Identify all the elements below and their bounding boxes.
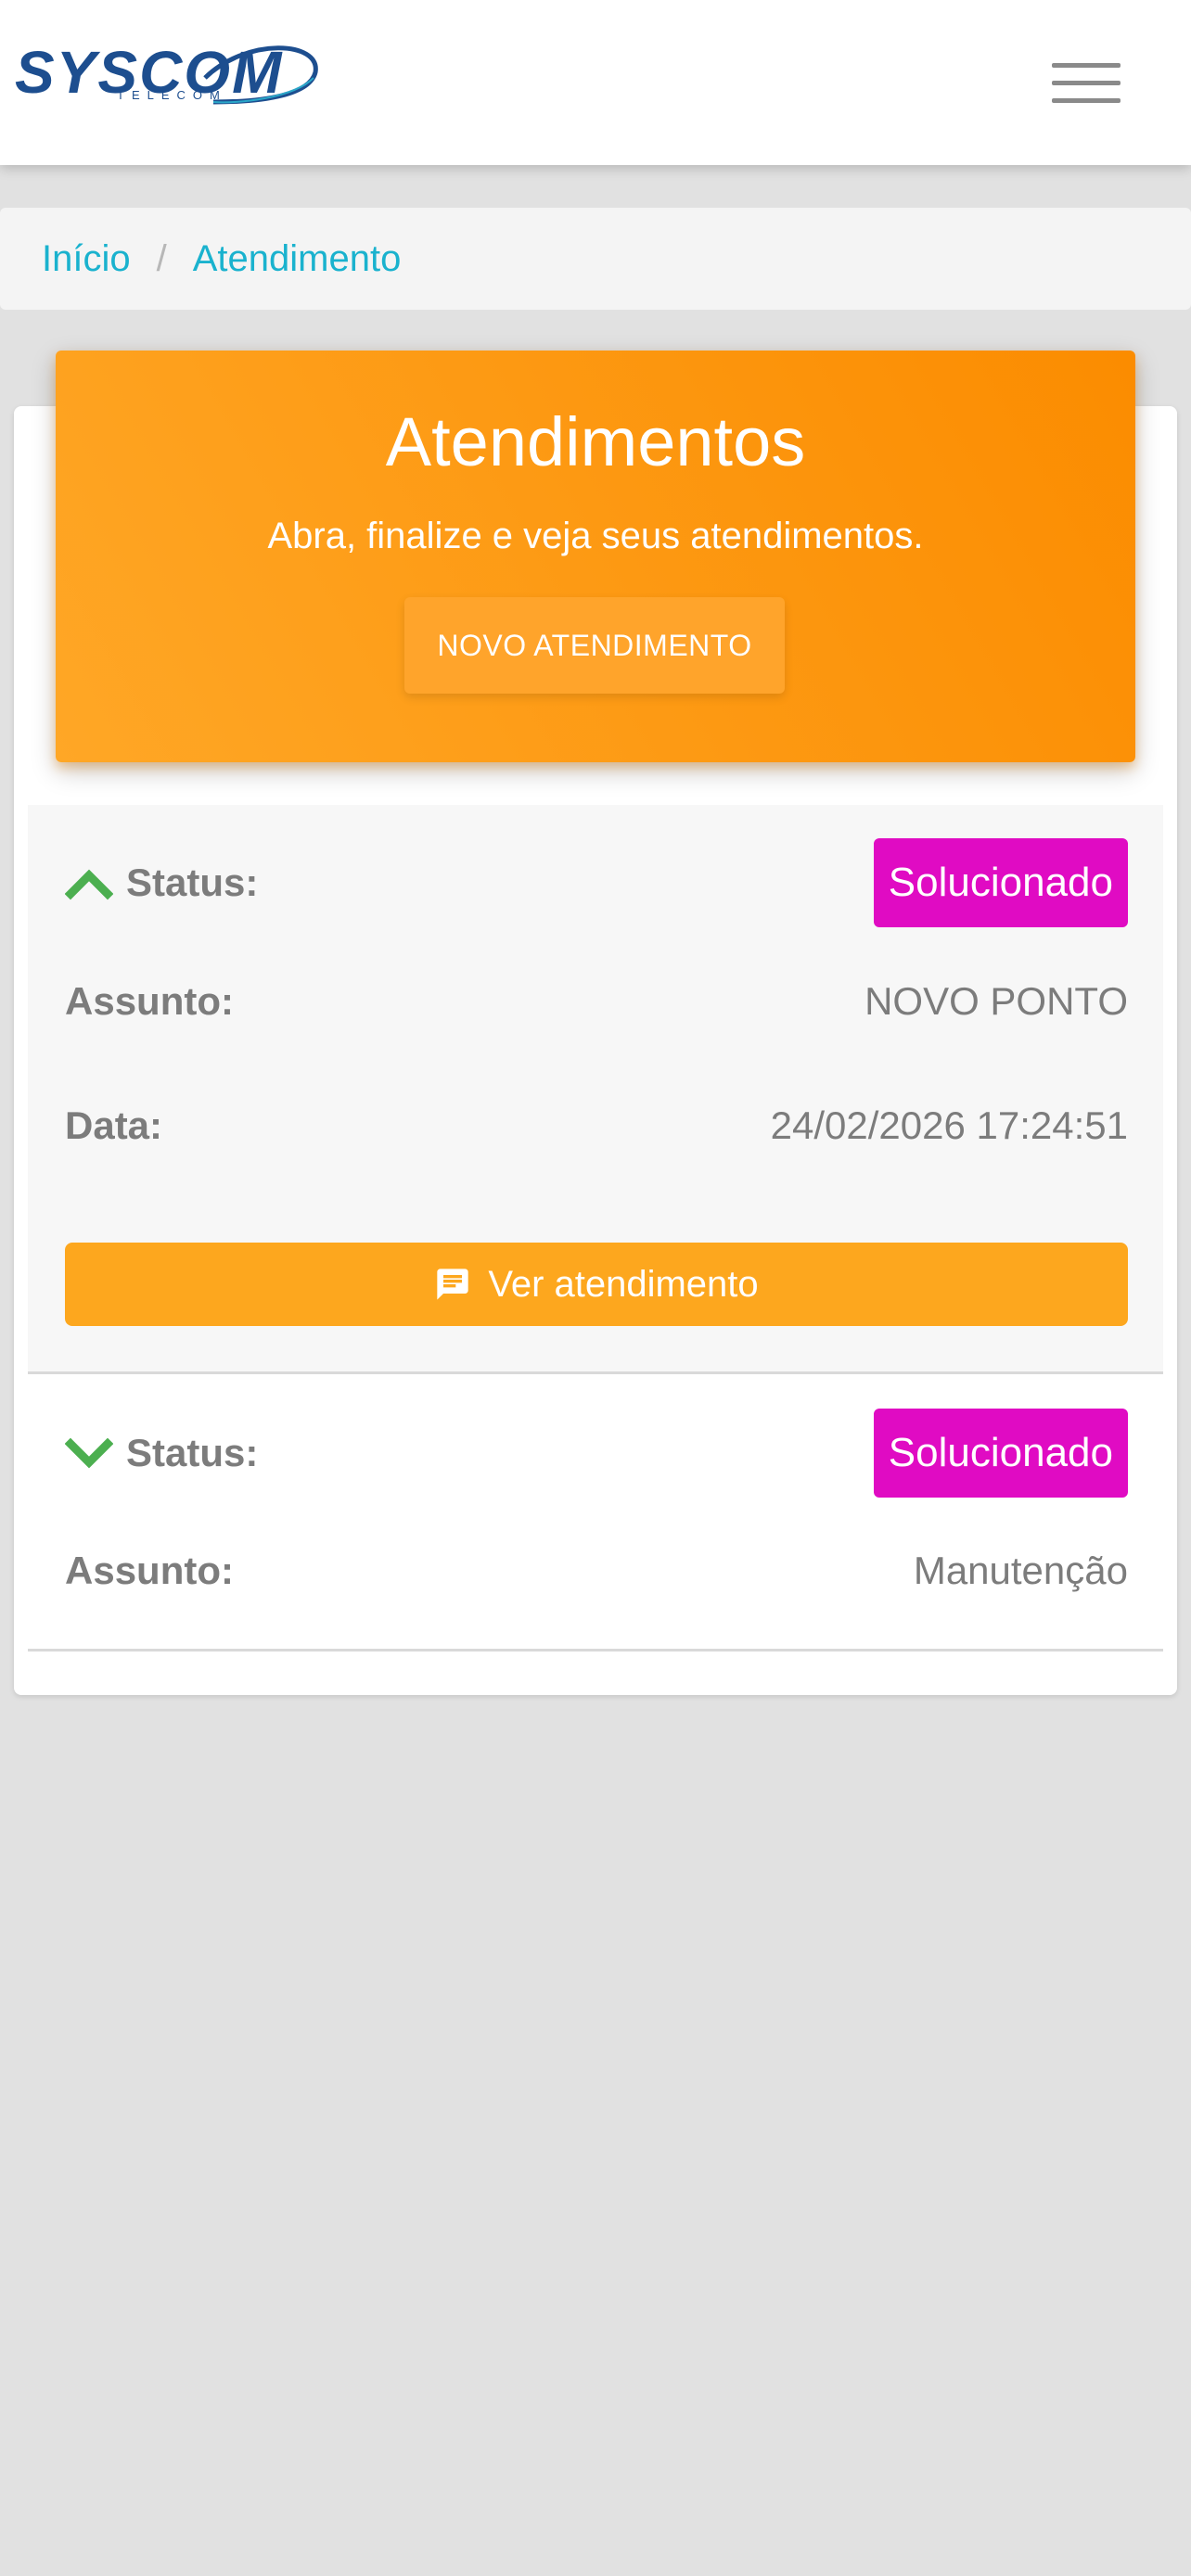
hamburger-icon[interactable] [1052, 63, 1121, 104]
app-header: SYSCOM TELECOM [0, 0, 1191, 165]
status-label: Status: [126, 1431, 259, 1474]
view-atendimento-button[interactable]: Ver atendimento [65, 1243, 1128, 1326]
breadcrumb-home-link[interactable]: Início [42, 238, 131, 280]
view-atendimento-label: Ver atendimento [488, 1263, 759, 1305]
status-label-group: Status: [65, 1431, 258, 1475]
subject-label: Assunto: [65, 979, 234, 1023]
ticket-item: Status: Solucionado Assunto: NOVO PONTO … [28, 805, 1163, 1374]
new-atendimento-button[interactable]: NOVO ATENDIMENTO [404, 597, 785, 694]
ticket-divider [28, 1649, 1163, 1651]
chevron-down-icon[interactable] [65, 1435, 113, 1472]
logo-subtext: TELECOM [117, 88, 227, 102]
subject-label: Assunto: [65, 1549, 234, 1592]
ticket-status-row: Status: Solucionado [65, 1409, 1128, 1498]
chevron-up-icon[interactable] [65, 864, 113, 901]
status-label-group: Status: [65, 861, 258, 905]
ticket-subject-row: Assunto: Manutenção [65, 1534, 1128, 1608]
subject-value: NOVO PONTO [864, 979, 1128, 1023]
breadcrumb: Início / Atendimento [0, 208, 1191, 310]
syscom-logo[interactable]: SYSCOM TELECOM [15, 41, 321, 111]
ticket-status-row: Status: Solucionado [65, 838, 1128, 927]
breadcrumb-separator: / [156, 237, 167, 279]
status-badge: Solucionado [873, 1409, 1128, 1498]
ticket-date-row: Data: 24/02/2026 17:24:51 [65, 1089, 1128, 1163]
date-value: 24/02/2026 17:24:51 [770, 1103, 1128, 1147]
message-icon [437, 1269, 469, 1300]
page-title: Atendimentos [385, 403, 806, 480]
status-label: Status: [126, 861, 259, 904]
ticket-item: Status: Solucionado Assunto: Manutenção [28, 1374, 1163, 1652]
breadcrumb-atendimento-link[interactable]: Atendimento [193, 238, 402, 280]
status-badge: Solucionado [873, 838, 1128, 927]
date-label: Data: [65, 1103, 163, 1147]
atendimentos-hero: Atendimentos Abra, finalize e veja seus … [56, 351, 1135, 762]
ticket-subject-row: Assunto: NOVO PONTO [65, 964, 1128, 1039]
subject-value: Manutenção [913, 1549, 1128, 1592]
page-subtitle: Abra, finalize e veja seus atendimentos. [267, 516, 924, 556]
